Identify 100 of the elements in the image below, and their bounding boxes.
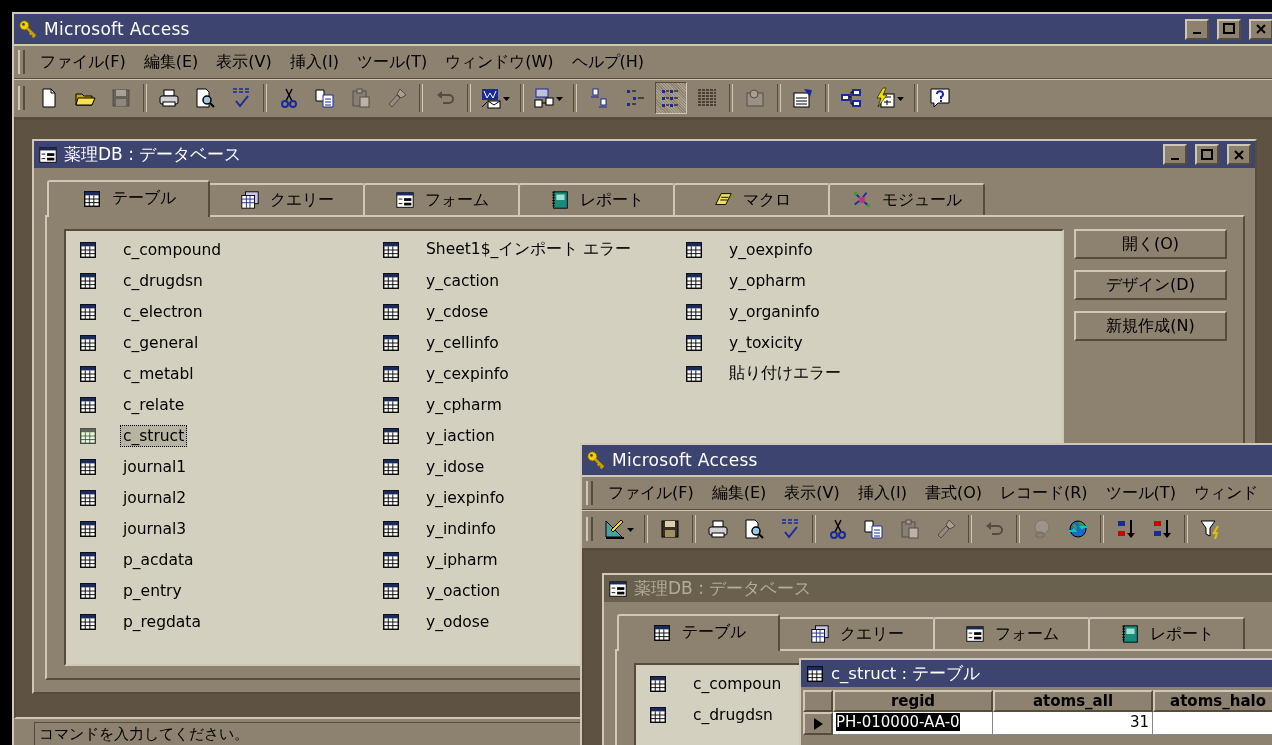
list-item[interactable]: p_regdata: [120, 610, 204, 633]
list-item[interactable]: y_odose: [423, 610, 493, 633]
query-icon: [239, 190, 260, 210]
list-item[interactable]: 貼り付けエラー: [726, 361, 844, 386]
menu-item[interactable]: ツール(T): [347, 51, 437, 73]
button[interactable]: 新規作成(N): [1074, 311, 1227, 341]
list-item[interactable]: journal2: [120, 486, 190, 509]
menu-item[interactable]: レコード(R): [991, 482, 1097, 504]
table-icon: [78, 518, 98, 539]
report-icon: [1119, 624, 1140, 644]
column-header[interactable]: regid: [833, 690, 993, 712]
menu-item[interactable]: 表示(V): [775, 482, 849, 504]
maximize-icon: [1200, 148, 1214, 161]
list-item[interactable]: y_toxicity: [726, 331, 806, 354]
list-item[interactable]: c_drugdsn: [120, 269, 206, 292]
table-icon: [78, 394, 98, 415]
list-item[interactable]: y_cexpinfo: [423, 362, 512, 385]
close-button[interactable]: [1227, 144, 1251, 165]
menu-bar-grip[interactable]: [18, 50, 25, 74]
toolbar-grip[interactable]: [18, 86, 25, 110]
menu-item[interactable]: ウィンド: [1184, 482, 1267, 504]
list-view-icon[interactable]: [655, 82, 687, 114]
table-icon: [78, 456, 98, 477]
maximize-icon: [1222, 23, 1236, 35]
menu-item[interactable]: 書式(O): [915, 482, 991, 504]
minimize-button[interactable]: [1185, 18, 1209, 40]
menu-item[interactable]: ツール(T): [1096, 482, 1185, 504]
list-item[interactable]: c_metabl: [120, 362, 197, 385]
list-item[interactable]: y_oexpinfo: [726, 238, 816, 261]
menu-item[interactable]: 挿入(I): [280, 51, 348, 73]
form-icon: [608, 578, 628, 599]
menu-bar-grip[interactable]: [586, 481, 593, 505]
tab[interactable]: テーブル: [617, 614, 780, 651]
menu-item[interactable]: 編集(E): [702, 482, 776, 504]
menu-item[interactable]: 挿入(I): [848, 482, 916, 504]
list-item[interactable]: y_organinfo: [726, 300, 823, 323]
table-icon: [381, 363, 401, 384]
column-header[interactable]: atoms_all: [993, 690, 1153, 712]
list-item[interactable]: y_caction: [423, 269, 503, 292]
close-button[interactable]: [1249, 18, 1272, 40]
table-icon: [78, 332, 98, 353]
table-icon: [381, 580, 401, 601]
list-item[interactable]: c_compoun: [690, 672, 785, 695]
report-icon: [549, 190, 570, 210]
toolbar-grip[interactable]: [586, 517, 593, 541]
list-item[interactable]: y_cpharm: [423, 393, 505, 416]
window-title: Microsoft Access: [612, 450, 759, 470]
table-icon: [381, 332, 401, 353]
tab[interactable]: フォーム: [933, 617, 1090, 649]
list-item[interactable]: y_iexpinfo: [423, 486, 508, 509]
column-header[interactable]: atoms_halo: [1153, 690, 1272, 712]
tab[interactable]: テーブル: [47, 180, 210, 217]
list-item[interactable]: journal1: [120, 455, 190, 478]
list-item[interactable]: y_iaction: [423, 424, 498, 447]
maximize-button[interactable]: [1195, 144, 1219, 165]
module-icon: [851, 190, 872, 210]
window-title: 薬理DB : データベース: [634, 577, 813, 600]
table-icon: [684, 270, 704, 291]
table-icon: [381, 518, 401, 539]
menu-item[interactable]: ファイル(F): [31, 51, 135, 73]
list-item[interactable]: y_oaction: [423, 579, 504, 602]
menu-item[interactable]: 編集(E): [134, 51, 208, 73]
list-item[interactable]: c_compound: [120, 238, 225, 261]
menu-item[interactable]: ヘルプ(H): [562, 51, 653, 73]
tab[interactable]: モジュール: [828, 183, 985, 215]
list-item[interactable]: c_struct: [120, 424, 188, 447]
list-item[interactable]: c_relate: [120, 393, 188, 416]
list-item[interactable]: y_opharm: [726, 269, 809, 292]
tab[interactable]: レポート: [518, 183, 675, 215]
menu-item[interactable]: ファイル(F): [599, 482, 703, 504]
button[interactable]: デザイン(D): [1074, 270, 1227, 300]
list-item[interactable]: y_ipharm: [423, 548, 501, 571]
list-item[interactable]: journal3: [120, 517, 190, 540]
minimize-button[interactable]: [1163, 144, 1187, 165]
list-item[interactable]: y_idose: [423, 455, 488, 478]
table-icon: [381, 425, 401, 446]
tab[interactable]: マクロ: [673, 183, 830, 215]
form-icon: [38, 144, 58, 165]
window-title: 薬理DB : データベース: [64, 143, 243, 166]
close-icon: [1255, 23, 1267, 35]
list-item[interactable]: p_entry: [120, 579, 185, 602]
list-item[interactable]: Sheet1$_インポート エラー: [423, 237, 635, 262]
table-icon: [78, 611, 98, 632]
menu-item[interactable]: 表示(V): [207, 51, 281, 73]
list-item[interactable]: y_cdose: [423, 300, 492, 323]
table-icon: [381, 239, 401, 260]
list-item[interactable]: y_cellinfo: [423, 331, 502, 354]
maximize-button[interactable]: [1217, 18, 1241, 40]
select-all-corner[interactable]: [803, 690, 833, 712]
list-item[interactable]: c_general: [120, 331, 202, 354]
tab[interactable]: フォーム: [363, 183, 520, 215]
current-record-marker[interactable]: [803, 712, 833, 735]
menu-item[interactable]: ウィンドウ(W): [436, 51, 563, 73]
list-item[interactable]: c_electron: [120, 300, 206, 323]
table-icon: [381, 394, 401, 415]
list-item[interactable]: y_indinfo: [423, 517, 499, 540]
table-icon: [78, 363, 98, 384]
tab[interactable]: レポート: [1088, 617, 1245, 649]
list-item[interactable]: p_acdata: [120, 548, 197, 571]
button[interactable]: 開く(O): [1074, 229, 1227, 259]
